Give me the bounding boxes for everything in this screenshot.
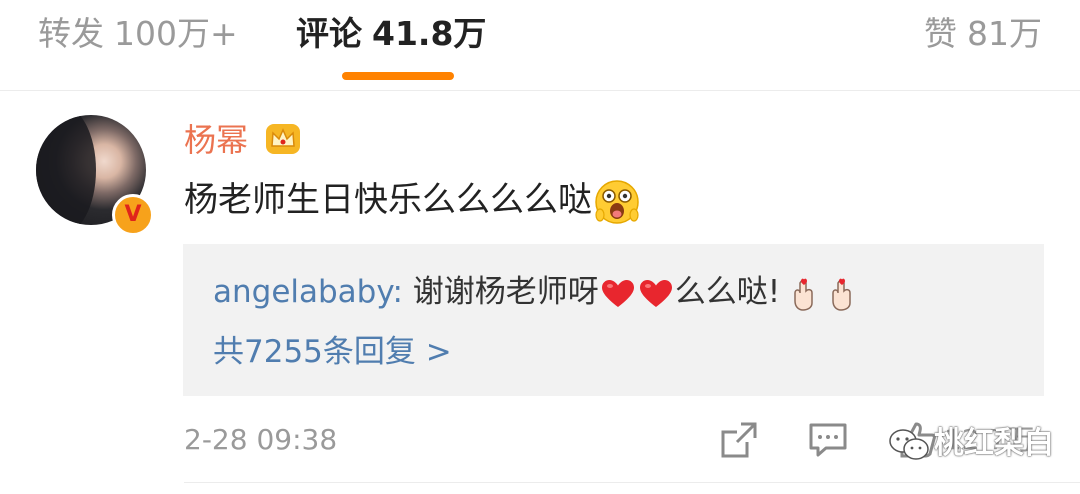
crown-icon <box>266 124 300 154</box>
reply-username[interactable]: angelababy <box>213 274 392 310</box>
comment-body: 杨老师生日快乐么么么么哒 <box>184 176 640 225</box>
reply-separator: : <box>392 274 413 310</box>
reply-line: angelababy: 谢谢杨老师呀 么么哒! <box>213 270 856 314</box>
reply-text-part2: 么么哒! <box>674 274 781 310</box>
tab-comment-count: 41.8万 <box>372 14 487 53</box>
reply-comment-icon[interactable] <box>808 420 848 460</box>
tab-comment[interactable]: 评论 41.8万 <box>296 12 486 56</box>
comment-text: 杨老师生日快乐么么么么哒 <box>184 180 592 220</box>
heart-icon <box>639 279 672 307</box>
divider <box>184 482 1080 483</box>
tab-repost[interactable]: 转发 100万+ <box>38 12 238 56</box>
shocked-face-emoji-icon <box>595 179 639 224</box>
tab-like-count: 81万 <box>967 14 1042 53</box>
share-icon[interactable] <box>719 420 759 460</box>
reply-text-part1: 谢谢杨老师呀 <box>412 274 599 310</box>
watermark: 桃红梨白 <box>888 424 1054 464</box>
comment-username[interactable]: 杨幂 <box>184 118 248 162</box>
verified-badge-icon: V <box>112 194 154 236</box>
tab-comment-label: 评论 <box>296 14 362 53</box>
reply-preview-box[interactable]: angelababy: 谢谢杨老师呀 么么哒! 共7255条回复 > <box>183 244 1044 396</box>
comment-timestamp: 2-28 09:38 <box>184 423 338 456</box>
tab-repost-label: 转发 <box>38 14 104 53</box>
active-tab-indicator <box>342 72 454 80</box>
comment-tabs-bar: 转发 100万+ 评论 41.8万 赞 81万 <box>0 0 1080 91</box>
tab-like-label: 赞 <box>924 14 957 53</box>
watermark-text: 桃红梨白 <box>934 426 1054 461</box>
wechat-icon <box>889 428 929 460</box>
view-all-replies-link[interactable]: 共7255条回复 > <box>213 330 452 374</box>
heart-icon <box>601 279 634 307</box>
finger-heart-hand-icon <box>832 278 851 311</box>
tab-repost-count: 100万+ <box>114 14 238 53</box>
finger-heart-hand-icon <box>794 278 813 311</box>
tab-like[interactable]: 赞 81万 <box>924 12 1042 56</box>
